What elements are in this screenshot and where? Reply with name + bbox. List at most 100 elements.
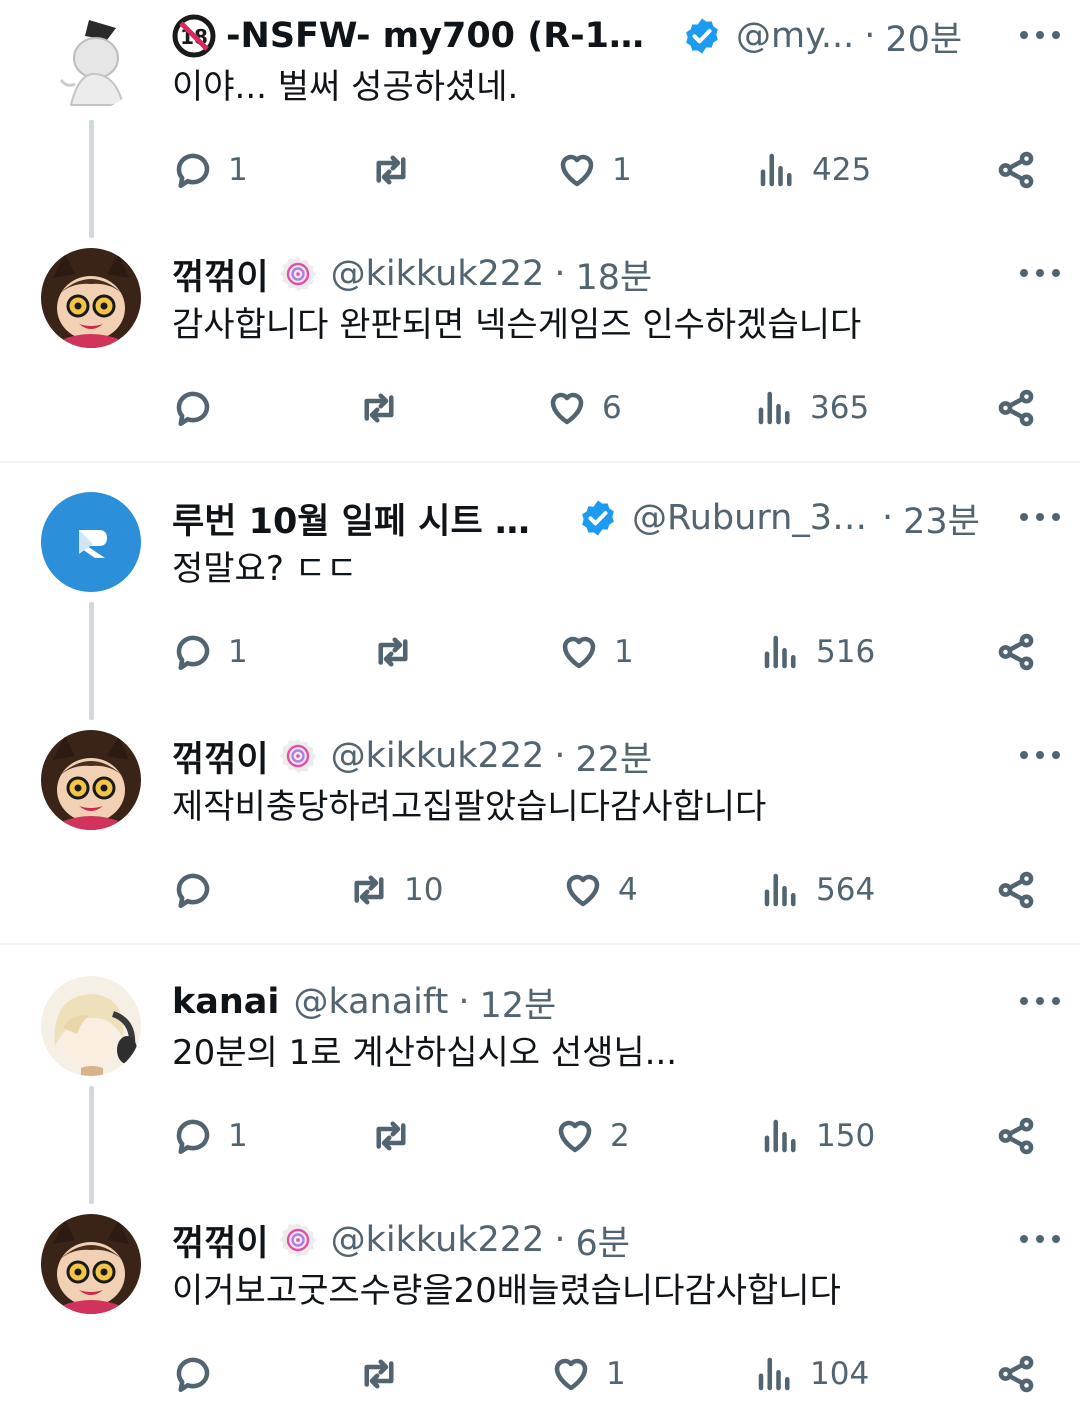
views-button[interactable]: 564 — [760, 860, 875, 920]
more-options-button[interactable] — [1020, 986, 1060, 1016]
tweet[interactable]: 18 -NSFW- my700 (R-18) ... @my... · 20분 … — [0, 0, 1080, 238]
separator-dot: · — [882, 498, 894, 538]
tweet-header: 꺾꺾이 @kikkuk222 · 22분 — [172, 734, 1060, 780]
more-options-button[interactable] — [1020, 20, 1060, 50]
user-handle[interactable]: @kikkuk222 — [331, 1220, 545, 1260]
separator-dot: · — [554, 254, 566, 294]
retweet-button[interactable] — [370, 1106, 426, 1166]
avatar[interactable] — [41, 492, 141, 592]
display-name[interactable]: 루번 10월 일페 시트 작... — [172, 493, 542, 544]
display-name[interactable]: -NSFW- my700 (R-18) ... — [226, 16, 666, 56]
views-chart-icon — [758, 391, 790, 425]
views-button[interactable]: 425 — [756, 140, 871, 200]
view-count: 564 — [816, 872, 876, 908]
timestamp[interactable]: 12분 — [479, 977, 556, 1028]
more-options-button[interactable] — [1020, 740, 1060, 770]
tweet[interactable]: 꺾꺾이 @kikkuk222 · 18분 감사합니다 완판되면 넥슨게임즈 인수… — [0, 238, 1080, 458]
user-handle[interactable]: @kanaift — [293, 982, 448, 1022]
retweet-icon — [364, 393, 394, 423]
tweet-actions: 10 4 564 — [0, 860, 1080, 920]
share-button[interactable] — [995, 860, 1037, 920]
tweet-header: 꺾꺾이 @kikkuk222 · 18분 — [172, 252, 1060, 298]
retweet-button[interactable] — [372, 622, 428, 682]
tweet-actions: 6 365 — [0, 378, 1080, 438]
user-handle[interactable]: @kikkuk222 — [331, 254, 545, 294]
share-icon — [998, 871, 1034, 909]
anime-girl-avatar-icon — [41, 1214, 141, 1314]
reply-button[interactable]: 1 — [172, 1106, 248, 1166]
more-options-button[interactable] — [1020, 258, 1060, 288]
like-button[interactable]: 6 — [546, 378, 622, 438]
timestamp[interactable]: 18분 — [575, 249, 652, 300]
like-button[interactable]: 4 — [562, 860, 638, 920]
retweet-button[interactable] — [358, 1344, 414, 1404]
avatar[interactable] — [41, 248, 141, 348]
reply-count: 1 — [228, 152, 248, 188]
tweet[interactable]: kanai @kanaift · 12분 20분의 1로 계산하십시오 선생님.… — [0, 966, 1080, 1204]
avatar[interactable] — [41, 976, 141, 1076]
like-button[interactable]: 1 — [550, 1344, 626, 1404]
reply-button[interactable] — [172, 1344, 228, 1404]
tweet-actions: 1 1 425 — [0, 140, 1080, 200]
more-options-button[interactable] — [1020, 1224, 1060, 1254]
views-chart-icon — [760, 153, 792, 187]
share-icon — [998, 389, 1034, 427]
tweet-header: kanai @kanaift · 12분 — [172, 980, 1060, 1026]
like-button[interactable]: 1 — [558, 622, 634, 682]
retweet-icon — [376, 155, 406, 185]
retweet-icon — [378, 637, 408, 667]
views-button[interactable]: 516 — [760, 622, 875, 682]
tweet[interactable]: 꺾꺾이 @kikkuk222 · 22분 제작비충당하려고집팔았습니다감사합니다… — [0, 720, 1080, 940]
no-under-18-icon: 18 — [172, 14, 216, 58]
reply-button[interactable] — [172, 378, 228, 438]
conversation-divider — [0, 461, 1080, 463]
reply-button[interactable]: 1 — [172, 140, 248, 200]
views-button[interactable]: 104 — [754, 1344, 869, 1404]
tweet[interactable]: 루번 10월 일페 시트 작... @Ruburn_37... · 23분 정말… — [0, 482, 1080, 720]
share-button[interactable] — [995, 1106, 1037, 1166]
reply-button[interactable]: 1 — [172, 622, 248, 682]
retweet-icon — [364, 1359, 394, 1389]
like-count: 2 — [610, 1118, 630, 1154]
heart-icon — [554, 1358, 588, 1391]
more-options-button[interactable] — [1020, 502, 1060, 532]
display-name[interactable]: kanai — [172, 982, 279, 1022]
like-button[interactable]: 1 — [556, 140, 632, 200]
timestamp[interactable]: 6분 — [575, 1215, 629, 1266]
share-button[interactable] — [995, 140, 1037, 200]
avatar[interactable] — [41, 730, 141, 830]
verified-badge-icon — [686, 18, 718, 54]
retweet-button[interactable] — [358, 378, 414, 438]
reply-count: 1 — [228, 1118, 248, 1154]
share-button[interactable] — [995, 622, 1037, 682]
separator-dot: · — [554, 1220, 566, 1260]
view-count: 365 — [810, 390, 870, 426]
heart-icon — [566, 874, 600, 907]
retweet-button[interactable]: 10 — [348, 860, 443, 920]
tweet-actions: 1 2 150 — [0, 1106, 1080, 1166]
views-button[interactable]: 365 — [754, 378, 869, 438]
share-button[interactable] — [995, 1344, 1037, 1404]
user-handle[interactable]: @kikkuk222 — [331, 736, 545, 776]
timestamp[interactable]: 22분 — [575, 731, 652, 782]
swirl-badge-icon — [279, 1223, 316, 1257]
tweet[interactable]: 꺾꺾이 @kikkuk222 · 6분 이거보고굿즈수량을20배늘렸습니다감사합… — [0, 1204, 1080, 1394]
tweet-header: 루번 10월 일페 시트 작... @Ruburn_37... · 23분 — [172, 496, 1060, 542]
timestamp[interactable]: 23분 — [903, 493, 980, 544]
timestamp[interactable]: 20분 — [885, 11, 962, 62]
share-button[interactable] — [995, 378, 1037, 438]
conversation-divider — [0, 943, 1080, 945]
retweet-button[interactable] — [370, 140, 426, 200]
user-handle[interactable]: @Ruburn_37... — [632, 498, 872, 538]
display-name[interactable]: 꺾꺾이 — [172, 731, 269, 782]
avatar[interactable] — [41, 10, 141, 110]
share-icon — [998, 633, 1034, 671]
display-name[interactable]: 꺾꺾이 — [172, 249, 269, 300]
reply-button[interactable] — [172, 860, 228, 920]
avatar[interactable] — [41, 1214, 141, 1314]
verified-badge-icon — [582, 500, 614, 536]
views-button[interactable]: 150 — [760, 1106, 875, 1166]
user-handle[interactable]: @my... — [736, 16, 854, 56]
display-name[interactable]: 꺾꺾이 — [172, 1215, 269, 1266]
like-button[interactable]: 2 — [554, 1106, 630, 1166]
